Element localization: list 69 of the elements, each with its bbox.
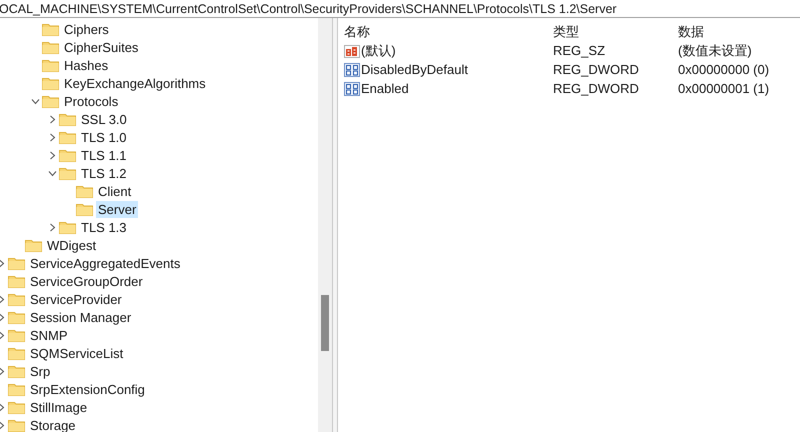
tree-item[interactable]: ServiceAggregatedEvents (28, 254, 182, 272)
value-type: REG_DWORD (553, 81, 640, 96)
tree-item[interactable]: Client (96, 182, 134, 200)
tree-item[interactable]: TLS 1.0 (79, 128, 129, 146)
folder-icon (8, 418, 25, 432)
folder-icon (8, 292, 25, 306)
tree-item[interactable]: Storage (28, 416, 78, 432)
folder-icon (42, 76, 59, 90)
tree-item[interactable]: ServiceProvider (28, 290, 124, 308)
folder-icon (59, 148, 76, 162)
tree-item[interactable]: TLS 1.2 (79, 164, 129, 182)
tree-item[interactable]: StillImage (28, 398, 90, 416)
tree-item[interactable]: ServiceGroupOrder (28, 272, 145, 290)
column-header[interactable]: 名称 (344, 22, 553, 40)
folder-icon (42, 22, 59, 36)
folder-icon (25, 238, 42, 252)
folder-icon (8, 274, 25, 288)
value-type: REG_SZ (553, 43, 606, 58)
value-name[interactable]: DisabledByDefault (361, 62, 468, 77)
folder-icon (8, 328, 25, 342)
folder-icon (59, 220, 76, 234)
collapse-chevron-icon[interactable] (30, 96, 40, 106)
tree-item[interactable]: Ciphers (62, 20, 111, 38)
folder-icon (8, 400, 25, 414)
tree-item[interactable]: Srp (28, 362, 52, 380)
tree-item[interactable]: TLS 1.3 (79, 218, 129, 236)
expand-chevron-icon[interactable] (48, 114, 56, 124)
value-name[interactable]: (默认) (361, 42, 396, 60)
tree-item[interactable]: Protocols (62, 92, 120, 110)
tree-item[interactable]: Session Manager (28, 308, 134, 326)
folder-icon (42, 94, 59, 108)
folder-icon (59, 112, 76, 126)
tree-item[interactable]: CipherSuites (62, 38, 140, 56)
scrollbar-thumb[interactable] (321, 295, 329, 351)
column-header[interactable]: 类型 (553, 22, 678, 40)
value-name[interactable]: Enabled (361, 81, 409, 96)
string-value-icon (344, 42, 360, 58)
folder-icon (42, 58, 59, 72)
folder-icon (8, 310, 25, 324)
scrollbar[interactable] (318, 18, 332, 432)
tree-item[interactable]: Server (96, 200, 138, 218)
folder-icon (76, 202, 93, 216)
tree-item[interactable]: SQMServiceList (28, 344, 126, 362)
value-type: REG_DWORD (553, 62, 640, 77)
folder-icon (59, 166, 76, 180)
value-data: 0x00000000 (0) (678, 62, 770, 77)
tree-item[interactable]: Hashes (62, 56, 110, 74)
folder-icon (8, 364, 25, 378)
folder-icon (8, 256, 25, 270)
value-data: 0x00000001 (1) (678, 81, 770, 96)
binary-value-icon (344, 62, 360, 78)
tree-item[interactable]: KeyExchangeAlgorithms (62, 74, 208, 92)
tree-item[interactable]: SNMP (28, 326, 70, 344)
expand-chevron-icon[interactable] (48, 222, 56, 232)
tree-item[interactable]: SSL 3.0 (79, 110, 129, 128)
collapse-chevron-icon[interactable] (48, 168, 56, 178)
folder-icon (8, 382, 25, 396)
folder-icon (76, 184, 93, 198)
folder-icon (42, 40, 59, 54)
value-data: (数值未设置) (678, 42, 752, 60)
tree-item[interactable]: TLS 1.1 (79, 146, 129, 164)
binary-value-icon (344, 80, 360, 96)
tree-item[interactable]: WDigest (45, 236, 98, 254)
folder-icon (59, 130, 76, 144)
expand-chevron-icon[interactable] (48, 150, 56, 160)
column-header[interactable]: 数据 (678, 22, 704, 40)
expand-chevron-icon[interactable] (48, 132, 56, 142)
tree-item[interactable]: SrpExtensionConfig (28, 380, 147, 398)
folder-icon (8, 346, 25, 360)
